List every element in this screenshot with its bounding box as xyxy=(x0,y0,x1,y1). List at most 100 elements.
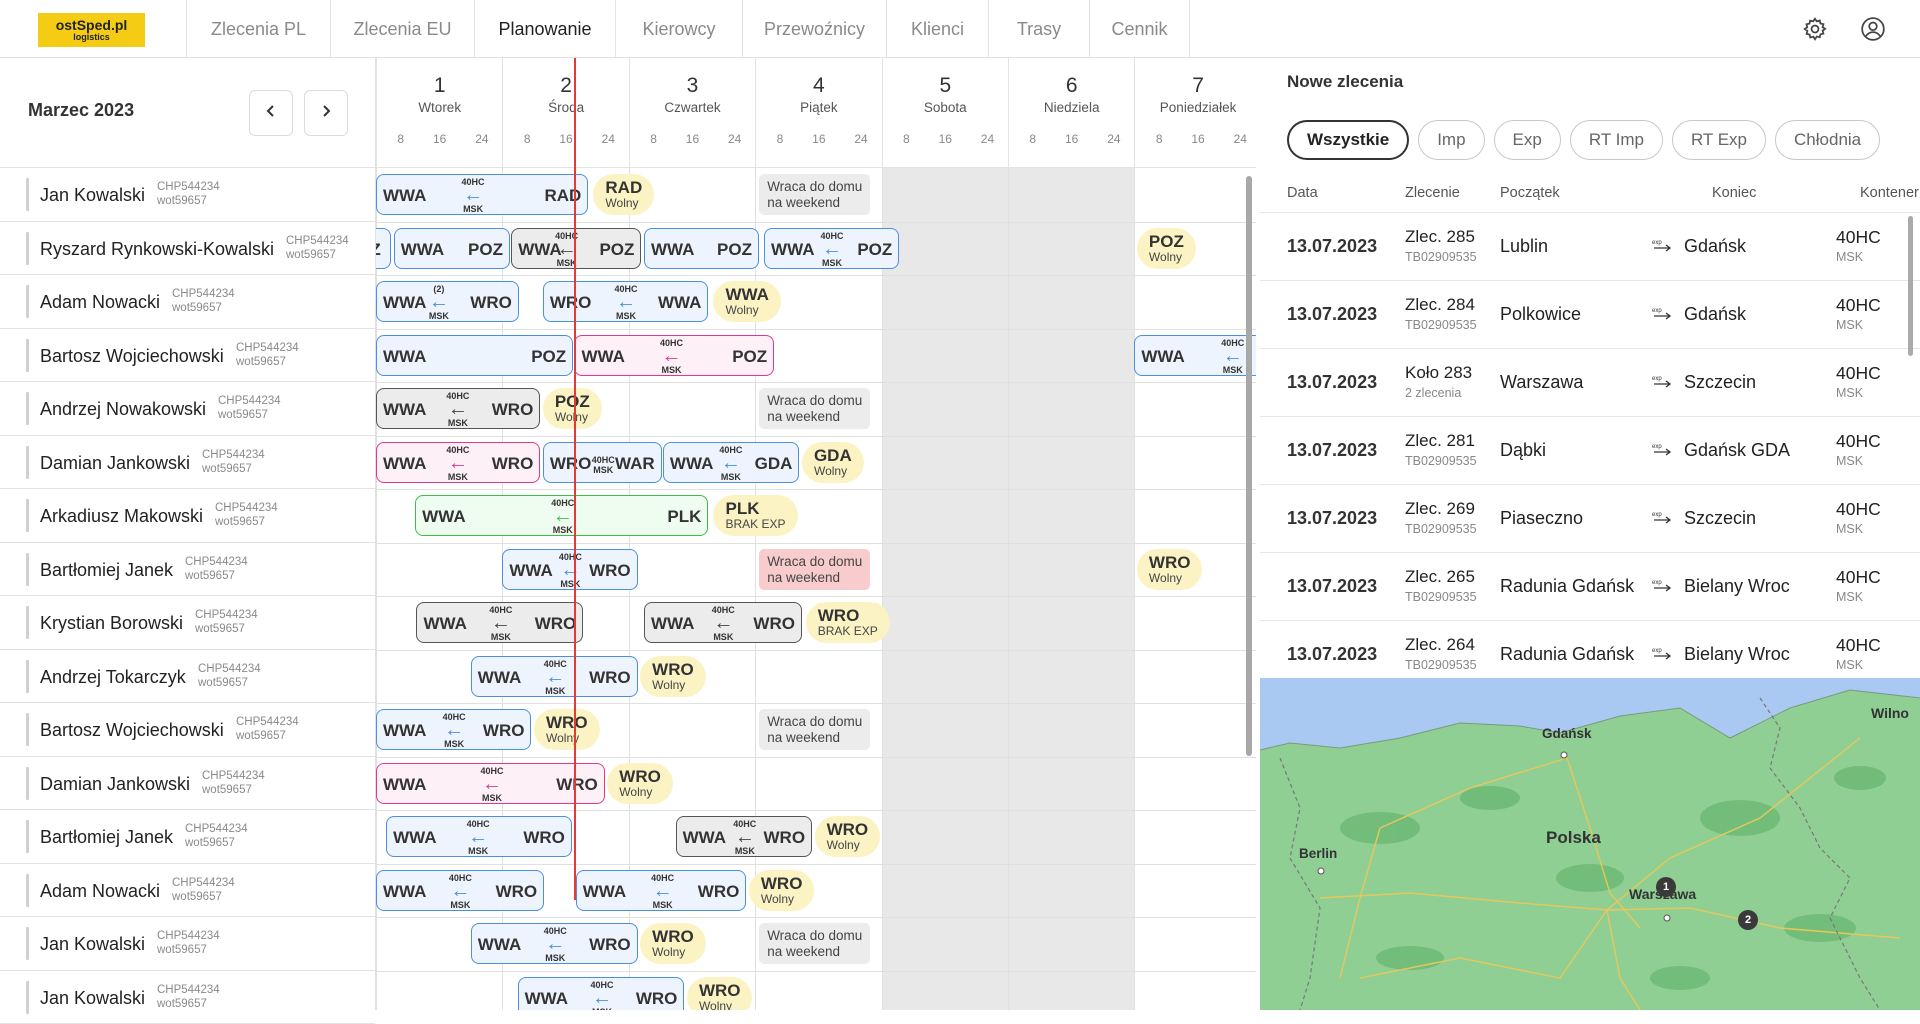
trip-block[interactable]: WWAPOZ xyxy=(644,228,759,269)
next-month-button[interactable] xyxy=(304,90,348,136)
trip-block[interactable]: WWAWRO(2)←MSK xyxy=(376,281,519,322)
order-row[interactable]: 13.07.2023Zlec. 284TB02909535Polkowiceex… xyxy=(1260,280,1920,348)
nav-tab[interactable]: Klienci xyxy=(886,0,988,58)
driver-row[interactable]: Arkadiusz MakowskiCHP544234wot59657 xyxy=(0,489,375,543)
map-marker-badge[interactable]: 2 xyxy=(1738,910,1758,930)
trip-block[interactable]: WWAWRO40HC←MSK xyxy=(644,602,802,643)
order-row[interactable]: 13.07.2023Zlec. 269TB02909535Piasecznoex… xyxy=(1260,484,1920,552)
driver-row[interactable]: Adam NowackiCHP544234wot59657 xyxy=(0,864,375,918)
filter-chip[interactable]: Chłodnia xyxy=(1775,120,1880,160)
driver-row[interactable]: Ryszard Rynkowski-KowalskiCHP544234wot59… xyxy=(0,222,375,276)
trip-block[interactable]: WWAWRO40HC←MSK xyxy=(386,816,572,857)
trip-block[interactable]: WWAWRO40HC←MSK xyxy=(471,923,638,964)
map-marker-badge[interactable]: 1 xyxy=(1656,877,1676,897)
trip-block[interactable]: WWAWRO40HC←MSK xyxy=(376,763,605,804)
free-slot[interactable]: WROWolny xyxy=(1137,549,1203,590)
free-slot[interactable]: WROWolny xyxy=(640,656,706,697)
weekend-return-note[interactable]: Wraca do domuna weekend xyxy=(759,923,870,964)
nav-tab[interactable]: Planowanie xyxy=(474,0,615,58)
nav-tab[interactable]: Trasy xyxy=(988,0,1089,58)
driver-row[interactable]: Damian JankowskiCHP544234wot59657 xyxy=(0,436,375,490)
filter-chip[interactable]: Exp xyxy=(1494,120,1561,160)
nav-tab[interactable]: Kierowcy xyxy=(615,0,742,58)
nav-tab[interactable]: Zlecenia EU xyxy=(330,0,474,58)
driver-row[interactable]: Andrzej TokarczykCHP544234wot59657 xyxy=(0,650,375,704)
filter-chip[interactable]: Wszystkie xyxy=(1287,120,1409,160)
trip-block[interactable]: WWAWRO40HC←MSK xyxy=(502,549,637,590)
driver-row[interactable]: Bartosz WojciechowskiCHP544234wot59657 xyxy=(0,703,375,757)
trip-block[interactable]: WROWWA40HC←MSK xyxy=(543,281,709,322)
free-slot[interactable]: WWAWolny xyxy=(713,281,780,322)
free-slot[interactable]: WROWolny xyxy=(534,709,600,750)
trip-block[interactable]: WWAPOZ40HC←MSK xyxy=(511,228,641,269)
order-row[interactable]: 13.07.2023Zlec. 265TB02909535Radunia Gda… xyxy=(1260,552,1920,620)
free-slot[interactable]: WROWolny xyxy=(607,763,673,804)
free-slot[interactable]: GDAWolny xyxy=(802,442,864,483)
weekend-return-note[interactable]: Wraca do domuna weekend xyxy=(759,174,870,215)
nav-tab[interactable]: Przewoźnicy xyxy=(742,0,886,58)
company-logo[interactable]: ostSped.pl logistics xyxy=(38,13,145,47)
free-slot[interactable]: WROWolny xyxy=(815,816,881,857)
driver-row[interactable]: Jan KowalskiCHP544234wot59657 xyxy=(0,917,375,971)
trip-block[interactable]: WWAWRO40HC←MSK xyxy=(416,602,583,643)
trip-block[interactable]: WWAWRO40HC←MSK xyxy=(471,656,638,697)
previous-month-button[interactable] xyxy=(249,90,293,136)
driver-row[interactable]: Andrzej NowakowskiCHP544234wot59657 xyxy=(0,382,375,436)
free-slot[interactable]: RADWolny xyxy=(593,174,654,215)
trip-block[interactable]: WWAWRO40HC←MSK xyxy=(376,388,540,429)
order-row[interactable]: 13.07.2023Koło 2832 zleceniaWarszawaexpS… xyxy=(1260,348,1920,416)
driver-row[interactable]: Bartłomiej JanekCHP544234wot59657 xyxy=(0,810,375,864)
weekend-return-note[interactable]: Wraca do domuna weekend xyxy=(759,388,870,429)
free-slot[interactable]: POZWolny xyxy=(1137,228,1196,269)
driver-row[interactable]: Jan KowalskiCHP544234wot59657 xyxy=(0,168,375,222)
day-name: Poniedziałek xyxy=(1135,100,1256,115)
free-slot[interactable]: WROBRAK EXP xyxy=(806,602,890,643)
filter-chip[interactable]: Imp xyxy=(1418,120,1484,160)
free-slot[interactable]: WROWolny xyxy=(749,870,815,911)
trip-block[interactable]: WWARAD40HC←MSK xyxy=(376,174,588,215)
trip-block[interactable]: WWAPOZ xyxy=(394,228,510,269)
driver-row[interactable]: Adam NowackiCHP544234wot59657 xyxy=(0,275,375,329)
trip-block[interactable]: WWAGDA40HC←MSK xyxy=(663,442,800,483)
weekend-return-note[interactable]: Wraca do domuna weekend xyxy=(759,549,870,590)
order-row[interactable]: 13.07.2023Zlec. 264TB02909535Radunia Gda… xyxy=(1260,620,1920,678)
driver-row[interactable]: Krystian BorowskiCHP544234wot59657 xyxy=(0,596,375,650)
free-slot[interactable]: WROWolny xyxy=(640,923,706,964)
driver-row[interactable]: Bartosz WojciechowskiCHP544234wot59657 xyxy=(0,329,375,383)
order-subtitle: TB02909535 xyxy=(1405,250,1477,264)
free-slot-city: WRO xyxy=(652,928,694,946)
trip-block[interactable]: WWAWRO40HC←MSK xyxy=(376,442,540,483)
order-row[interactable]: 13.07.2023Zlec. 281TB02909535DąbkiexpGda… xyxy=(1260,416,1920,484)
trip-block[interactable]: WWAWRO40HC←MSK xyxy=(576,870,747,911)
nav-tab[interactable]: Cennik xyxy=(1089,0,1190,58)
trip-block[interactable]: WWAWRO40HC←MSK xyxy=(376,709,531,750)
nav-tab[interactable]: Zlecenia PL xyxy=(186,0,330,58)
free-slot[interactable]: PLKBRAK EXP xyxy=(713,495,797,536)
driver-row[interactable]: Jan KowalskiCHP544234wot59657 xyxy=(0,971,375,1024)
poland-map[interactable]: Gdańsk Berlin Polska Warszawa Wilno 1 2 xyxy=(1260,678,1920,1010)
trip-block[interactable]: WWAPOZ40HC←MSK xyxy=(574,335,774,376)
trip-block[interactable]: WROWAR40HCMSK xyxy=(543,442,662,483)
trip-block[interactable]: WWAPOZ xyxy=(376,335,573,376)
day-name: Sobota xyxy=(883,100,1008,115)
free-slot[interactable]: POZWolny xyxy=(543,388,602,429)
calendar-scrollbar[interactable] xyxy=(1246,176,1252,756)
order-end: Szczecin xyxy=(1684,508,1756,529)
driver-row[interactable]: Bartłomiej JanekCHP544234wot59657 xyxy=(0,543,375,597)
free-slot[interactable]: WROWolny xyxy=(687,977,753,1011)
order-row[interactable]: 13.07.2023Zlec. 285TB02909535LublinexpGd… xyxy=(1260,212,1920,280)
trip-block[interactable]: WWAPLK40HC←MSK xyxy=(415,495,708,536)
filter-chip[interactable]: RT Imp xyxy=(1570,120,1663,160)
trip-block[interactable]: WWAWRO40HC←MSK xyxy=(376,870,544,911)
weekend-return-note[interactable]: Wraca do domuna weekend xyxy=(759,709,870,750)
trip-block[interactable]: Z xyxy=(376,228,391,269)
filter-chip[interactable]: RT Exp xyxy=(1672,120,1766,160)
settings-gear-icon[interactable] xyxy=(1798,12,1832,46)
orders-scrollbar[interactable] xyxy=(1908,216,1913,356)
trip-block[interactable]: WWAPOZ40HC←MSK xyxy=(764,228,899,269)
trip-block[interactable]: WWAWRO40HC←MSK xyxy=(518,977,685,1011)
user-account-icon[interactable] xyxy=(1856,12,1890,46)
trip-block[interactable]: WWA40HC←MSK xyxy=(1134,335,1256,376)
trip-block[interactable]: WWAWRO40HC←MSK xyxy=(676,816,813,857)
driver-row[interactable]: Damian JankowskiCHP544234wot59657 xyxy=(0,757,375,811)
